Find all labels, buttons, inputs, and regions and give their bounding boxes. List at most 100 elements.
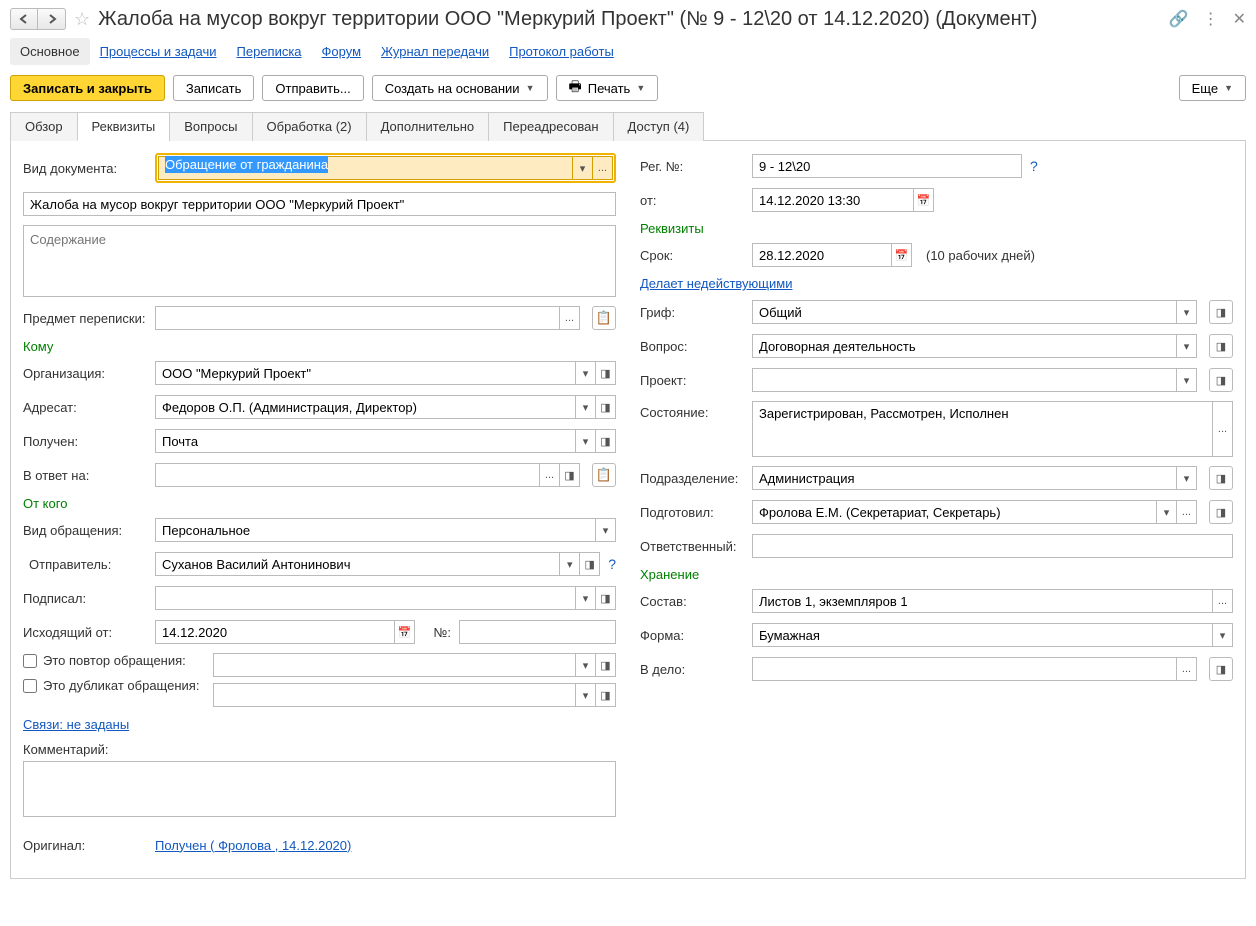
nav-transfer-log[interactable]: Журнал передачи: [371, 38, 499, 65]
tab-overview[interactable]: Обзор: [10, 112, 78, 141]
received-input[interactable]: [155, 429, 576, 453]
sender-dropdown[interactable]: ▾: [560, 552, 580, 576]
comment-textarea[interactable]: [23, 761, 616, 817]
reply-to-copy-button[interactable]: 📋: [592, 463, 616, 487]
doc-type-dropdown[interactable]: ▾: [573, 156, 593, 180]
received-dropdown[interactable]: ▾: [576, 429, 596, 453]
addressee-input[interactable]: [155, 395, 576, 419]
stamp-open[interactable]: ◨: [1209, 300, 1233, 324]
nav-main[interactable]: Основное: [10, 38, 90, 65]
signed-input[interactable]: [155, 586, 576, 610]
original-link[interactable]: Получен ( Фролова , 14.12.2020): [155, 838, 351, 853]
tab-additional[interactable]: Дополнительно: [366, 112, 490, 141]
stamp-input[interactable]: [752, 300, 1177, 324]
save-close-button[interactable]: Записать и закрыть: [10, 75, 165, 101]
form-input[interactable]: [752, 623, 1213, 647]
subject-input[interactable]: [23, 192, 616, 216]
department-dropdown[interactable]: ▾: [1177, 466, 1197, 490]
project-dropdown[interactable]: ▾: [1177, 368, 1197, 392]
question-dropdown[interactable]: ▾: [1177, 334, 1197, 358]
tab-requisites[interactable]: Реквизиты: [77, 112, 171, 141]
project-input[interactable]: [752, 368, 1177, 392]
repeat-ref-dropdown[interactable]: ▾: [576, 653, 596, 677]
status-pick[interactable]: ...: [1213, 401, 1233, 457]
deadline-input[interactable]: [752, 243, 892, 267]
save-button[interactable]: Записать: [173, 75, 255, 101]
signed-open[interactable]: ◨: [596, 586, 616, 610]
prepared-input[interactable]: [752, 500, 1157, 524]
department-input[interactable]: [752, 466, 1177, 490]
to-file-input[interactable]: [752, 657, 1177, 681]
favorite-star-icon[interactable]: ☆: [74, 9, 90, 30]
prepared-dropdown[interactable]: ▾: [1157, 500, 1177, 524]
reply-to-pick[interactable]: ...: [540, 463, 560, 487]
nav-correspondence[interactable]: Переписка: [227, 38, 312, 65]
tab-forwarded[interactable]: Переадресован: [488, 112, 613, 141]
send-button[interactable]: Отправить...: [262, 75, 363, 101]
to-file-open[interactable]: ◨: [1209, 657, 1233, 681]
doc-type-pick[interactable]: ...: [593, 156, 613, 180]
organization-open[interactable]: ◨: [596, 361, 616, 385]
question-open[interactable]: ◨: [1209, 334, 1233, 358]
repeat-ref-input[interactable]: [213, 653, 576, 677]
appeal-type-dropdown[interactable]: ▾: [596, 518, 616, 542]
sender-open[interactable]: ◨: [580, 552, 600, 576]
nav-back-button[interactable]: [10, 8, 38, 30]
close-icon[interactable]: [1233, 9, 1246, 29]
create-based-button[interactable]: Создать на основании ▼: [372, 75, 548, 101]
duplicate-ref-dropdown[interactable]: ▾: [576, 683, 596, 707]
content-textarea[interactable]: [23, 225, 616, 297]
out-num-input[interactable]: [459, 620, 616, 644]
doc-type-input[interactable]: Обращение от гражданина: [158, 156, 573, 180]
nav-forward-button[interactable]: [38, 8, 66, 30]
signed-dropdown[interactable]: ▾: [576, 586, 596, 610]
link-icon[interactable]: [1169, 9, 1189, 29]
organization-dropdown[interactable]: ▾: [576, 361, 596, 385]
project-open[interactable]: ◨: [1209, 368, 1233, 392]
tab-access[interactable]: Доступ (4): [613, 112, 705, 141]
reg-no-help-icon[interactable]: ?: [1030, 158, 1038, 174]
reg-no-input[interactable]: [752, 154, 1022, 178]
invalidates-link[interactable]: Делает недействующими: [640, 276, 792, 291]
organization-input[interactable]: [155, 361, 576, 385]
tab-questions[interactable]: Вопросы: [169, 112, 252, 141]
links-link[interactable]: Связи: не заданы: [23, 717, 129, 732]
department-open[interactable]: ◨: [1209, 466, 1233, 490]
subject-corr-pick[interactable]: ...: [560, 306, 580, 330]
nav-processes[interactable]: Процессы и задачи: [90, 38, 227, 65]
tab-processing[interactable]: Обработка (2): [252, 112, 367, 141]
deadline-calendar-icon[interactable]: [892, 243, 912, 267]
duplicate-checkbox[interactable]: [23, 679, 37, 693]
more-button[interactable]: Еще ▼: [1179, 75, 1246, 101]
status-input[interactable]: Зарегистрирован, Рассмотрен, Исполнен: [752, 401, 1213, 457]
subject-corr-copy-button[interactable]: 📋: [592, 306, 616, 330]
nav-forum[interactable]: Форум: [312, 38, 372, 65]
prepared-pick[interactable]: ...: [1177, 500, 1197, 524]
duplicate-ref-open[interactable]: ◨: [596, 683, 616, 707]
repeat-checkbox[interactable]: [23, 654, 37, 668]
from-date-calendar-icon[interactable]: [914, 188, 934, 212]
appeal-type-input[interactable]: [155, 518, 596, 542]
sender-help-icon[interactable]: ?: [608, 556, 616, 572]
addressee-dropdown[interactable]: ▾: [576, 395, 596, 419]
composition-pick[interactable]: ...: [1213, 589, 1233, 613]
menu-dots-icon[interactable]: [1203, 9, 1219, 29]
form-dropdown[interactable]: ▾: [1213, 623, 1233, 647]
responsible-input[interactable]: [752, 534, 1233, 558]
sender-input[interactable]: [155, 552, 560, 576]
received-open[interactable]: ◨: [596, 429, 616, 453]
prepared-open[interactable]: ◨: [1209, 500, 1233, 524]
reply-to-input[interactable]: [155, 463, 540, 487]
composition-input[interactable]: [752, 589, 1213, 613]
duplicate-ref-input[interactable]: [213, 683, 576, 707]
from-date-input[interactable]: [752, 188, 914, 212]
repeat-ref-open[interactable]: ◨: [596, 653, 616, 677]
reply-to-open[interactable]: ◨: [560, 463, 580, 487]
subject-corr-input[interactable]: [155, 306, 560, 330]
stamp-dropdown[interactable]: ▾: [1177, 300, 1197, 324]
addressee-open[interactable]: ◨: [596, 395, 616, 419]
out-from-calendar-icon[interactable]: [395, 620, 415, 644]
print-button[interactable]: Печать ▼: [556, 75, 659, 101]
to-file-pick[interactable]: ...: [1177, 657, 1197, 681]
nav-protocol[interactable]: Протокол работы: [499, 38, 624, 65]
